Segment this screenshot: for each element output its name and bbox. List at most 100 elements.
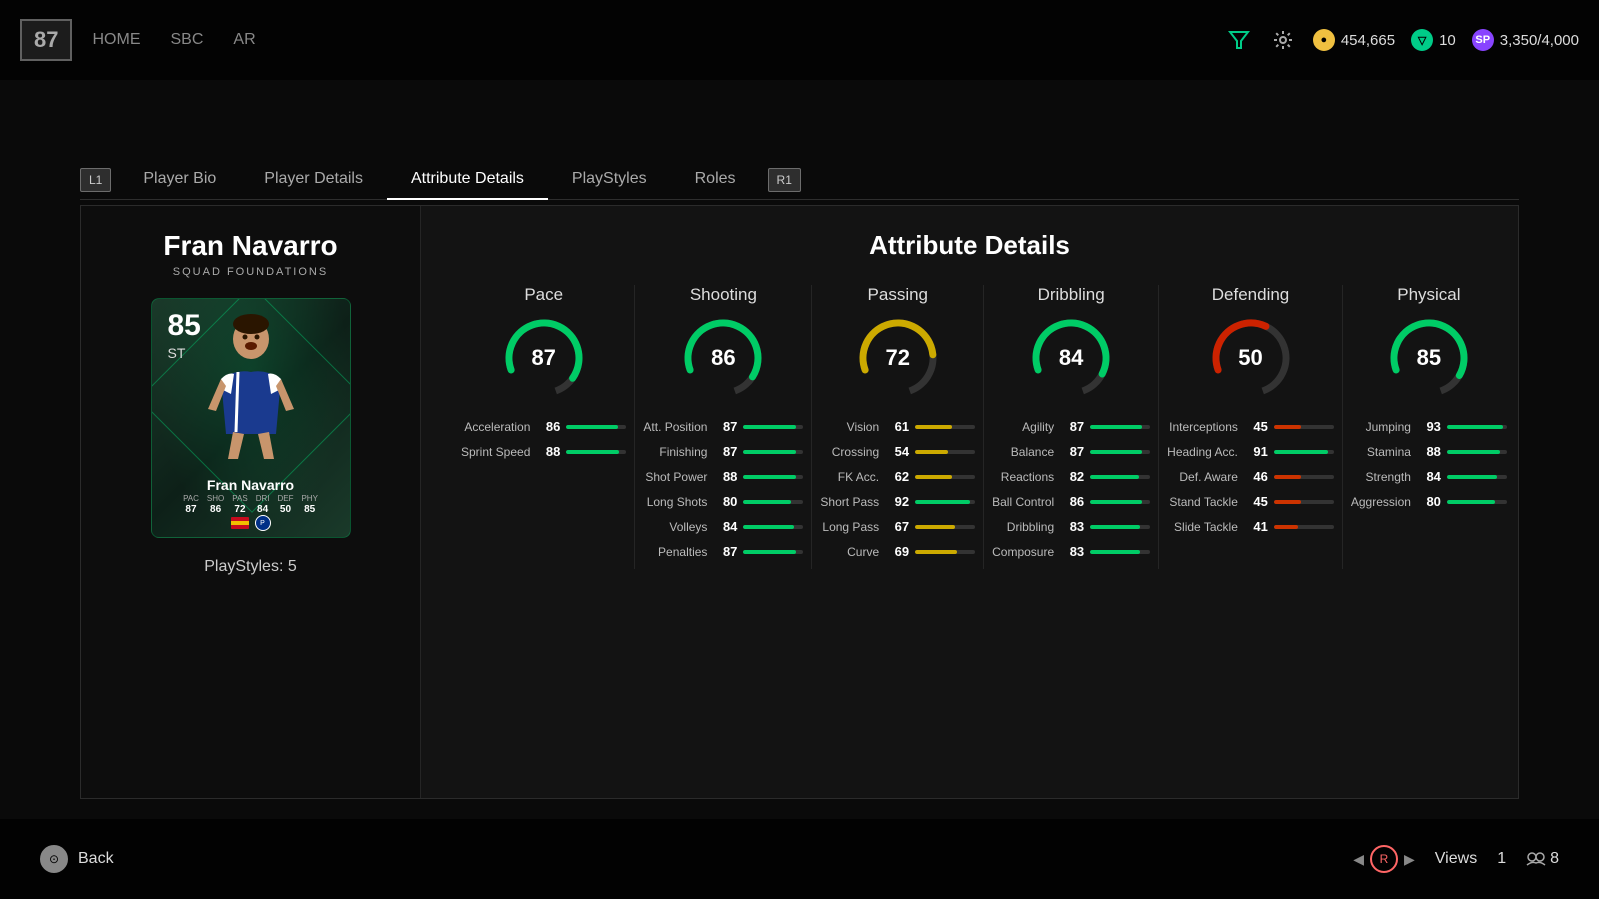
arrow-right[interactable]: ▶: [1404, 851, 1415, 868]
stat-bar-container: [1090, 450, 1150, 454]
stat-bar: [743, 475, 796, 479]
stat-value: 87: [1060, 419, 1084, 434]
back-button[interactable]: ⊙ Back: [40, 845, 114, 873]
stat-value: 84: [713, 519, 737, 534]
stat-bar: [1090, 425, 1142, 429]
stat-row: Slide Tackle 41: [1167, 519, 1334, 534]
stat-bar-container: [915, 475, 975, 479]
stat-name: Stamina: [1351, 445, 1411, 459]
stat-name: Agility: [992, 420, 1054, 434]
settings-icon[interactable]: [1269, 26, 1297, 54]
circle-physical: 85: [1384, 313, 1474, 403]
stat-name: Balance: [992, 445, 1054, 459]
circle-passing: 72: [853, 313, 943, 403]
stat-bar-container: [743, 475, 803, 479]
stat-row: Stand Tackle 45: [1167, 494, 1334, 509]
stat-bar: [1090, 450, 1142, 454]
r-button[interactable]: R: [1370, 845, 1398, 873]
stat-bar-container: [743, 525, 803, 529]
tab-roles[interactable]: Roles: [671, 160, 760, 200]
stat-bar: [743, 550, 795, 554]
stat-bar: [1447, 500, 1495, 504]
nav-ar[interactable]: AR: [233, 31, 255, 49]
circle-label-shooting: 86: [711, 345, 735, 371]
tab-attribute-details[interactable]: Attribute Details: [387, 160, 548, 200]
circle-dribbling: 84: [1026, 313, 1116, 403]
flag-spain: [231, 517, 249, 529]
stat-value: 83: [1060, 519, 1084, 534]
stat-value: 80: [1417, 494, 1441, 509]
card-stat-pac: PAC 87: [183, 494, 199, 515]
stat-bar-container: [1090, 475, 1150, 479]
stat-bar: [743, 425, 795, 429]
r1-trigger[interactable]: R1: [768, 168, 801, 192]
stat-name: Stand Tackle: [1167, 495, 1238, 509]
stat-value: 88: [536, 444, 560, 459]
stat-bar: [743, 525, 793, 529]
stat-name: Dribbling: [992, 520, 1054, 534]
page-number: 1: [1497, 850, 1506, 868]
stat-value: 82: [1060, 469, 1084, 484]
stat-value: 54: [885, 444, 909, 459]
stat-bar: [915, 425, 952, 429]
stat-value: 88: [1417, 444, 1441, 459]
stat-bar: [1274, 475, 1302, 479]
stat-value: 41: [1244, 519, 1268, 534]
stat-name: Ball Control: [992, 495, 1054, 509]
main-content: Fran Navarro SQUAD FOUNDATIONS 85 ST: [80, 205, 1519, 799]
player-score: 87: [20, 19, 72, 61]
stat-row: Curve 69: [820, 544, 975, 559]
stat-bar-container: [915, 500, 975, 504]
coins-display: ● 454,665: [1313, 29, 1395, 51]
filter-icon[interactable]: [1225, 26, 1253, 54]
right-panel: Attribute Details Pace 87 Acceleration 8…: [421, 206, 1518, 798]
stat-bar-container: [1274, 525, 1334, 529]
stat-bar-container: [1274, 475, 1334, 479]
top-bar-left: 87 HOME SBC AR: [20, 19, 256, 61]
stat-bar: [915, 500, 970, 504]
stat-bar: [1447, 425, 1503, 429]
stat-name: Att. Position: [643, 420, 707, 434]
stat-row: Short Pass 92: [820, 494, 975, 509]
sp-display: SP 3,350/4,000: [1472, 29, 1579, 51]
squad-label: SQUAD FOUNDATIONS: [173, 266, 328, 278]
back-circle-icon: ⊙: [40, 845, 68, 873]
tab-player-details[interactable]: Player Details: [240, 160, 387, 200]
stat-row: Balance 87: [992, 444, 1150, 459]
stat-row: Acceleration 86: [461, 419, 626, 434]
nav-sbc[interactable]: SBC: [170, 31, 203, 49]
stat-bar: [915, 525, 955, 529]
stat-name: Curve: [820, 545, 879, 559]
stat-bar: [1090, 550, 1140, 554]
stat-name: FK Acc.: [820, 470, 879, 484]
stat-bar: [1090, 500, 1142, 504]
stat-name: Long Shots: [643, 495, 707, 509]
stat-bar-container: [1090, 500, 1150, 504]
card-stat-phy: PHY 85: [301, 494, 317, 515]
stat-bar-container: [1274, 425, 1334, 429]
sp-value: 3,350/4,000: [1500, 32, 1579, 49]
l1-trigger[interactable]: L1: [80, 168, 111, 192]
stat-row: Agility 87: [992, 419, 1150, 434]
stat-row: Sprint Speed 88: [461, 444, 626, 459]
stat-value: 46: [1244, 469, 1268, 484]
tab-playstyles[interactable]: PlayStyles: [548, 160, 671, 200]
stat-bar: [915, 475, 952, 479]
stat-value: 87: [713, 444, 737, 459]
stat-row: Stamina 88: [1351, 444, 1507, 459]
stat-row: Dribbling 83: [992, 519, 1150, 534]
top-bar: 87 HOME SBC AR ● 454,665 ▽ 10: [0, 0, 1599, 80]
stat-value: 93: [1417, 419, 1441, 434]
stat-bar-container: [1447, 450, 1507, 454]
playstyles-text: PlayStyles: 5: [204, 558, 296, 576]
tab-player-bio[interactable]: Player Bio: [119, 160, 240, 200]
arrow-left[interactable]: ◀: [1353, 851, 1364, 868]
stat-name: Heading Acc.: [1167, 445, 1238, 459]
card-stat-dri: DRI 84: [256, 494, 270, 515]
stat-bar: [566, 450, 619, 454]
nav-home[interactable]: HOME: [92, 31, 140, 49]
stat-name: Strength: [1351, 470, 1411, 484]
stat-value: 86: [1060, 494, 1084, 509]
stat-bar-container: [915, 525, 975, 529]
attr-column-shooting: Shooting 86 Att. Position 87 Finishing 8…: [635, 285, 812, 569]
